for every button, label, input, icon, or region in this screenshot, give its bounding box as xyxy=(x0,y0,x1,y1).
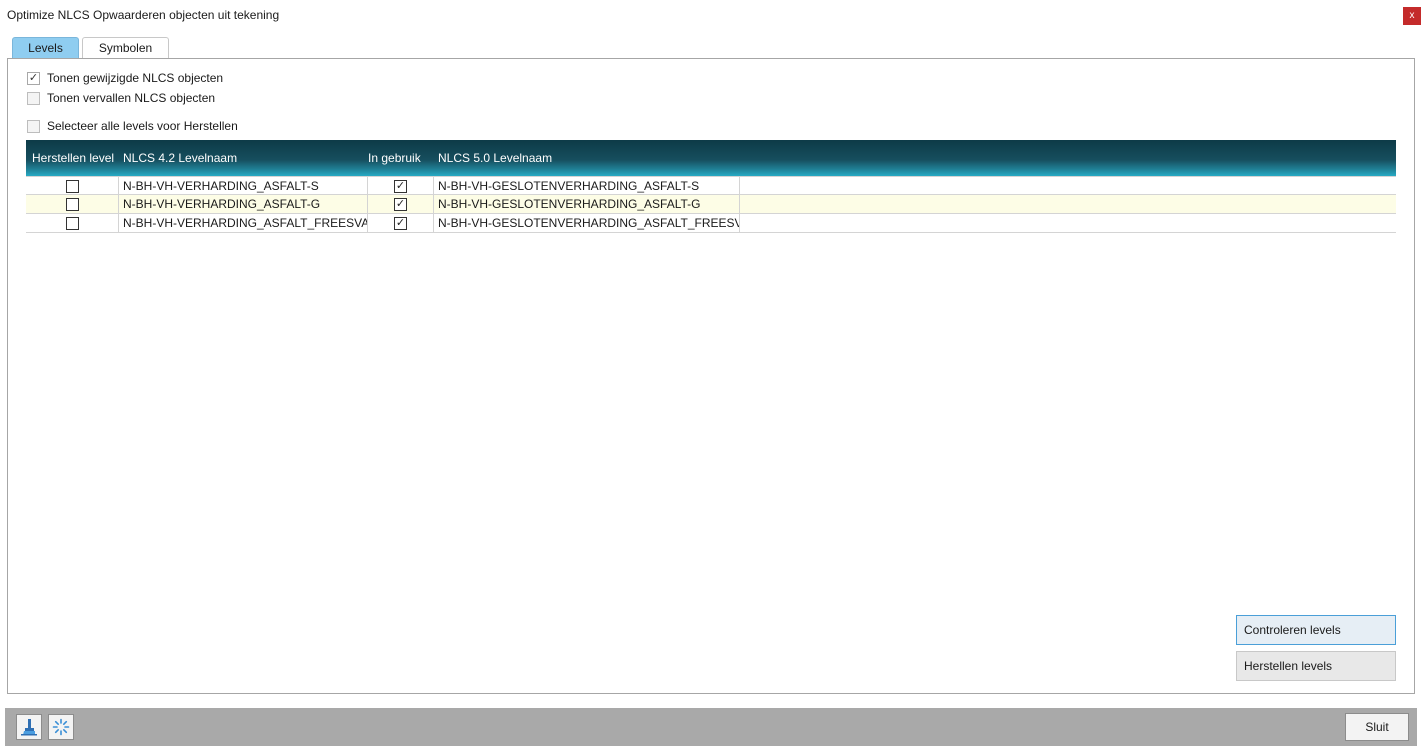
herstellen-cell xyxy=(26,214,119,233)
dialog-window: Optimize NLCS Opwaarderen objecten uit t… xyxy=(0,0,1422,750)
window-title: Optimize NLCS Opwaarderen objecten uit t… xyxy=(7,8,280,22)
checkmark-icon: ✓ xyxy=(395,217,406,229)
brush-icon xyxy=(21,719,37,736)
brush-tool-button[interactable] xyxy=(16,714,42,740)
checkmark-icon: ✓ xyxy=(28,71,39,84)
old-level-name: N-BH-VH-VERHARDING_ASFALT-G xyxy=(119,195,368,214)
check-levels-button[interactable]: Controleren levels xyxy=(1236,615,1396,645)
table-row[interactable]: N-BH-VH-VERHARDING_ASFALT_FREESVAK-G ✓ N… xyxy=(26,214,1396,233)
new-level-name: N-BH-VH-GESLOTENVERHARDING_ASFALT-S xyxy=(434,177,740,196)
in-gebruik-checkbox[interactable]: ✓ xyxy=(394,198,407,211)
in-gebruik-cell: ✓ xyxy=(368,177,434,196)
in-gebruik-checkbox[interactable]: ✓ xyxy=(394,217,407,230)
herstellen-cell xyxy=(26,177,119,196)
checkmark-icon: ✓ xyxy=(395,198,406,210)
new-level-name: N-BH-VH-GESLOTENVERHARDING_ASFALT-G xyxy=(434,195,740,214)
title-bar: Optimize NLCS Opwaarderen objecten uit t… xyxy=(0,0,1422,30)
tab-levels[interactable]: Levels xyxy=(12,37,79,59)
tab-symbolen[interactable]: Symbolen xyxy=(82,37,169,59)
select-all-option[interactable]: Selecteer alle levels voor Herstellen xyxy=(27,118,238,134)
column-header-in-gebruik[interactable]: In gebruik xyxy=(368,151,421,165)
close-button[interactable]: Sluit xyxy=(1345,713,1409,741)
select-all-checkbox[interactable] xyxy=(27,119,40,133)
show-changed-label: Tonen gewijzigde NLCS objecten xyxy=(47,71,224,85)
column-header-nlcs50[interactable]: NLCS 5.0 Levelnaam xyxy=(438,151,552,165)
in-gebruik-checkbox[interactable]: ✓ xyxy=(394,180,407,193)
restore-levels-button[interactable]: Herstellen levels xyxy=(1236,651,1396,681)
column-header-nlcs42[interactable]: NLCS 4.2 Levelnaam xyxy=(123,151,237,165)
show-changed-option[interactable]: ✓ Tonen gewijzigde NLCS objecten xyxy=(27,70,223,86)
show-expired-label: Tonen vervallen NLCS objecten xyxy=(47,91,216,105)
column-header-herstellen[interactable]: Herstellen level xyxy=(32,151,114,165)
herstellen-checkbox[interactable] xyxy=(65,198,79,211)
select-all-label: Selecteer alle levels voor Herstellen xyxy=(47,119,238,133)
herstellen-cell xyxy=(26,195,119,214)
show-expired-checkbox[interactable] xyxy=(27,91,40,105)
table-row[interactable]: N-BH-VH-VERHARDING_ASFALT-G ✓ N-BH-VH-GE… xyxy=(26,195,1396,214)
old-level-name: N-BH-VH-VERHARDING_ASFALT-S xyxy=(119,177,368,196)
table-row[interactable]: N-BH-VH-VERHARDING_ASFALT-S ✓ N-BH-VH-GE… xyxy=(26,176,1396,196)
in-gebruik-cell: ✓ xyxy=(368,214,434,233)
herstellen-checkbox[interactable] xyxy=(65,217,79,230)
herstellen-checkbox[interactable] xyxy=(65,180,79,193)
close-window-button[interactable]: x xyxy=(1403,7,1421,25)
in-gebruik-cell: ✓ xyxy=(368,195,434,214)
refresh-tool-button[interactable] xyxy=(48,714,74,740)
new-level-name: N-BH-VH-GESLOTENVERHARDING_ASFALT_FREESV… xyxy=(434,214,740,233)
old-level-name: N-BH-VH-VERHARDING_ASFALT_FREESVAK-G xyxy=(119,214,368,233)
checkmark-icon: ✓ xyxy=(395,180,406,192)
show-expired-option[interactable]: Tonen vervallen NLCS objecten xyxy=(27,90,215,106)
show-changed-checkbox[interactable]: ✓ xyxy=(27,71,40,85)
levels-grid-header: Herstellen level NLCS 4.2 Levelnaam In g… xyxy=(26,140,1396,176)
loading-spinner-icon xyxy=(52,718,70,736)
bottom-toolbar: Sluit xyxy=(5,708,1417,746)
